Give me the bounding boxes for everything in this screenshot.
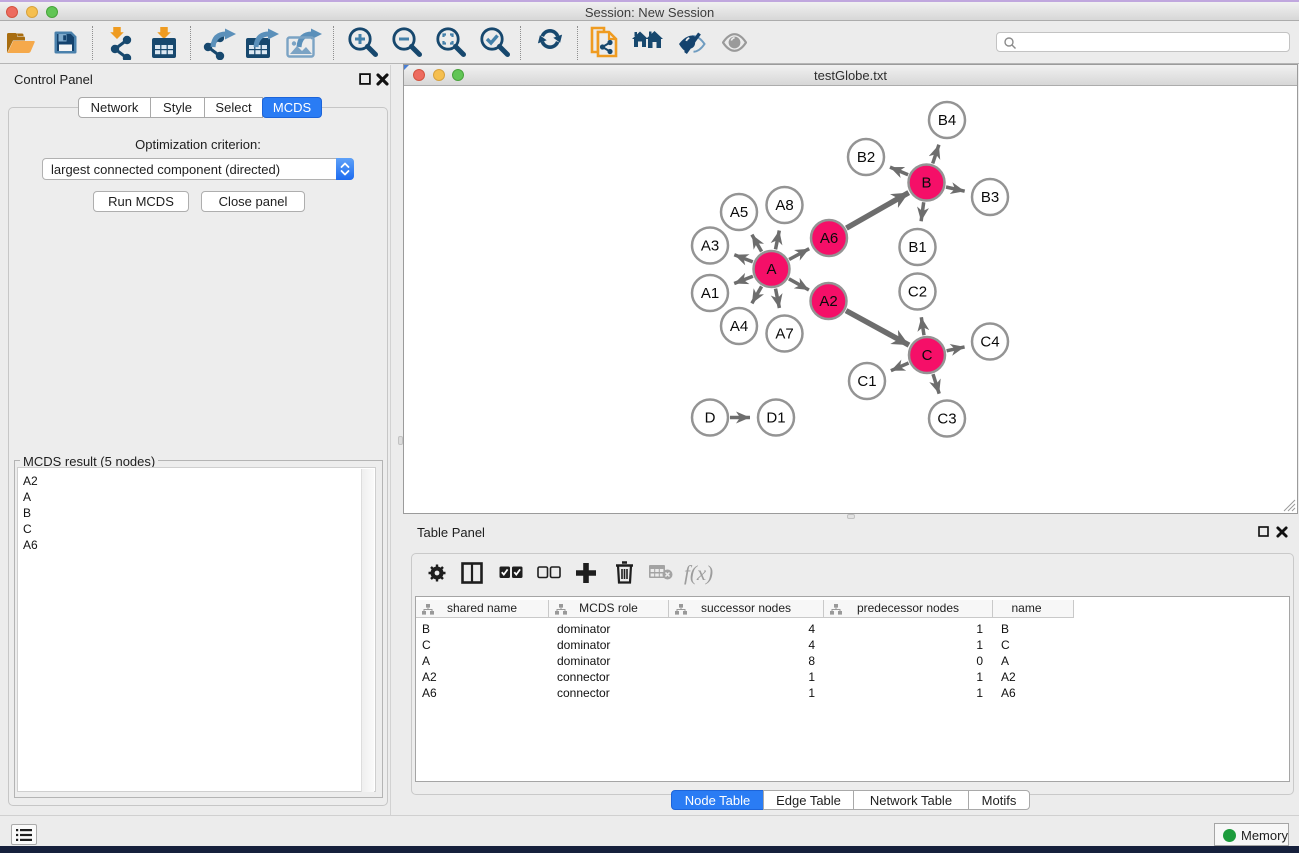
svg-text:C: C xyxy=(922,347,933,364)
svg-text:A: A xyxy=(766,261,776,278)
svg-text:D1: D1 xyxy=(766,410,785,427)
svg-text:A7: A7 xyxy=(775,326,793,343)
svg-text:A2: A2 xyxy=(819,293,837,310)
svg-text:B4: B4 xyxy=(938,112,956,129)
svg-text:B3: B3 xyxy=(981,189,999,206)
svg-text:B1: B1 xyxy=(908,239,926,256)
svg-text:A4: A4 xyxy=(730,318,748,335)
svg-text:C3: C3 xyxy=(937,411,956,428)
svg-text:A3: A3 xyxy=(701,238,719,255)
svg-text:C2: C2 xyxy=(908,284,927,301)
svg-text:B2: B2 xyxy=(857,149,875,166)
svg-text:A5: A5 xyxy=(730,204,748,221)
svg-text:C4: C4 xyxy=(980,334,999,351)
svg-text:D: D xyxy=(705,410,716,427)
svg-text:A8: A8 xyxy=(775,197,793,214)
svg-text:B: B xyxy=(921,175,931,192)
svg-text:C1: C1 xyxy=(857,373,876,390)
svg-text:A1: A1 xyxy=(701,285,719,302)
svg-text:A6: A6 xyxy=(820,230,838,247)
